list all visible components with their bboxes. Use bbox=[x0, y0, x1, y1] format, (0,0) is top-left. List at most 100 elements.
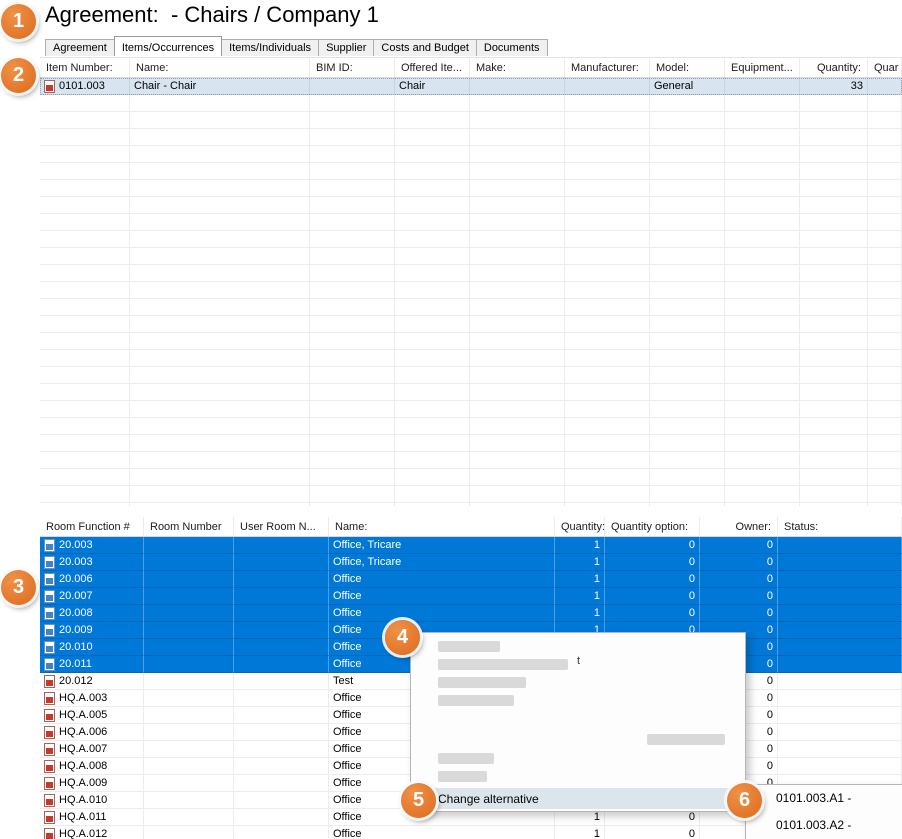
tab-items-occurrences[interactable]: Items/Occurrences bbox=[114, 36, 222, 56]
cell-text: Office bbox=[333, 794, 362, 806]
column-header-user-room-n[interactable]: User Room N... bbox=[234, 517, 329, 536]
table-row-0101-003[interactable]: 0101.003Chair - ChairChairGeneral33 bbox=[40, 78, 902, 95]
cell-bim-id bbox=[310, 78, 395, 95]
column-label: Owner: bbox=[736, 521, 771, 533]
cell-quantity: 1 bbox=[555, 605, 605, 622]
cell-text: HQ.A.007 bbox=[59, 743, 107, 755]
cell-status bbox=[778, 673, 902, 690]
column-header-offered-ite[interactable]: Offered Ite... bbox=[395, 58, 470, 77]
cell-room-function-#: 20.003 bbox=[40, 537, 144, 554]
table-row-20-007[interactable]: 20.007Office100 bbox=[40, 588, 902, 605]
submenu-item-alternative-a1[interactable]: 0101.003.A1 - bbox=[746, 785, 902, 812]
redacted-menu-item[interactable] bbox=[438, 771, 487, 782]
column-label: Status: bbox=[784, 521, 818, 533]
column-header-owner[interactable]: Owner: bbox=[700, 517, 778, 536]
cell-room-number bbox=[144, 792, 234, 809]
column-header-room-function-#[interactable]: Room Function # bbox=[40, 517, 144, 536]
cell-user-room-n bbox=[234, 792, 329, 809]
column-header-quantity[interactable]: Quantity: bbox=[800, 58, 868, 77]
column-header-name[interactable]: Name: bbox=[130, 58, 310, 77]
cell-quantity: 1 bbox=[555, 554, 605, 571]
column-header-quantity[interactable]: Quantity: bbox=[555, 517, 605, 536]
cell-text: HQ.A.011 bbox=[59, 811, 107, 823]
column-header-equipment[interactable]: Equipment... bbox=[725, 58, 800, 77]
cell-user-room-n bbox=[234, 741, 329, 758]
column-header-model[interactable]: Model: bbox=[650, 58, 725, 77]
cell-name: Office bbox=[329, 588, 555, 605]
column-header-quantity-option[interactable]: Quantity option: bbox=[605, 517, 700, 536]
tab-items-individuals[interactable]: Items/Individuals bbox=[221, 39, 319, 56]
cell-room-number bbox=[144, 554, 234, 571]
cell-room-function-#: HQ.A.007 bbox=[40, 741, 144, 758]
cell-text: Office, Tricare bbox=[333, 539, 401, 551]
redacted-menu-item[interactable] bbox=[438, 695, 514, 706]
cell-quar bbox=[868, 78, 902, 95]
cell-text: 1 bbox=[594, 828, 600, 839]
alternatives-submenu: 0101.003.A1 - 0101.003.A2 - bbox=[745, 784, 902, 839]
room-icon bbox=[44, 573, 55, 586]
cell-user-room-n bbox=[234, 758, 329, 775]
redacted-menu-item[interactable] bbox=[438, 659, 568, 670]
item-icon bbox=[44, 709, 55, 722]
submenu-item-alternative-a2[interactable]: 0101.003.A2 - bbox=[746, 812, 902, 839]
cell-room-function-#: HQ.A.008 bbox=[40, 758, 144, 775]
cell-text: 0 bbox=[767, 573, 773, 585]
cell-text: Office bbox=[333, 607, 362, 619]
redacted-menu-item[interactable] bbox=[438, 641, 500, 652]
cell-quantity-option: 0 bbox=[605, 588, 700, 605]
cell-text: 20.011 bbox=[59, 658, 92, 670]
cell-text: Office bbox=[333, 590, 362, 602]
cell-text: 20.007 bbox=[59, 590, 93, 602]
cell-text: 0 bbox=[689, 828, 695, 839]
table-row-20-003[interactable]: 20.003Office, Tricare100 bbox=[40, 537, 902, 554]
cell-text: Office bbox=[333, 743, 362, 755]
cell-text: 20.009 bbox=[59, 624, 93, 636]
cell-room-function-#: 20.003 bbox=[40, 554, 144, 571]
column-header-name[interactable]: Name: bbox=[329, 517, 555, 536]
cell-text: 0 bbox=[767, 726, 773, 738]
column-header-bim-id[interactable]: BIM ID: bbox=[310, 58, 395, 77]
cell-user-room-n bbox=[234, 673, 329, 690]
cell-user-room-n bbox=[234, 571, 329, 588]
cell-name: Office bbox=[329, 605, 555, 622]
item-icon bbox=[44, 811, 55, 824]
room-icon bbox=[44, 641, 55, 654]
column-header-item-number[interactable]: Item Number: bbox=[40, 58, 130, 77]
redacted-menu-item[interactable] bbox=[647, 734, 725, 745]
cell-user-room-n bbox=[234, 622, 329, 639]
tab-supplier[interactable]: Supplier bbox=[318, 39, 374, 56]
redacted-menu-item[interactable] bbox=[438, 677, 526, 688]
cell-text: 1 bbox=[594, 607, 600, 619]
tab-agreement[interactable]: Agreement bbox=[45, 39, 115, 56]
cell-room-number bbox=[144, 588, 234, 605]
redacted-menu-item[interactable] bbox=[438, 753, 494, 764]
cell-room-function-#: HQ.A.011 bbox=[40, 809, 144, 826]
grid-line bbox=[394, 95, 395, 506]
menu-item-label: Change alternative bbox=[438, 792, 539, 806]
step-badge-4: 4 bbox=[385, 620, 420, 655]
column-header-room-number[interactable]: Room Numberˆ bbox=[144, 517, 234, 536]
column-header-make[interactable]: Make: bbox=[470, 58, 565, 77]
cell-quantity: 1 bbox=[555, 826, 605, 839]
cell-text: 0 bbox=[689, 811, 695, 823]
table-row-20-008[interactable]: 20.008Office100 bbox=[40, 605, 902, 622]
item-icon bbox=[44, 794, 55, 807]
table-row-20-003[interactable]: 20.003Office, Tricare100 bbox=[40, 554, 902, 571]
cell-equipment bbox=[725, 78, 800, 95]
cell-room-number bbox=[144, 622, 234, 639]
column-header-manufacturer[interactable]: Manufacturer: bbox=[565, 58, 650, 77]
column-header-quar[interactable]: Quar bbox=[868, 58, 902, 77]
cell-name: Office bbox=[329, 571, 555, 588]
cell-name: Chair - Chair bbox=[130, 78, 310, 95]
cell-text: Office bbox=[333, 811, 362, 823]
menu-item-change-alternative[interactable]: Change alternative bbox=[413, 788, 743, 809]
cell-text: 0 bbox=[767, 607, 773, 619]
context-menu: t Change alternative bbox=[410, 632, 746, 812]
step-badge-5: 5 bbox=[401, 783, 436, 818]
column-header-status[interactable]: Status: bbox=[778, 517, 902, 536]
cell-room-function-#: 20.011 bbox=[40, 656, 144, 673]
tab-documents[interactable]: Documents bbox=[476, 39, 548, 56]
cell-status bbox=[778, 605, 902, 622]
tab-costs-and-budget[interactable]: Costs and Budget bbox=[373, 39, 476, 56]
table-row-20-006[interactable]: 20.006Office100 bbox=[40, 571, 902, 588]
